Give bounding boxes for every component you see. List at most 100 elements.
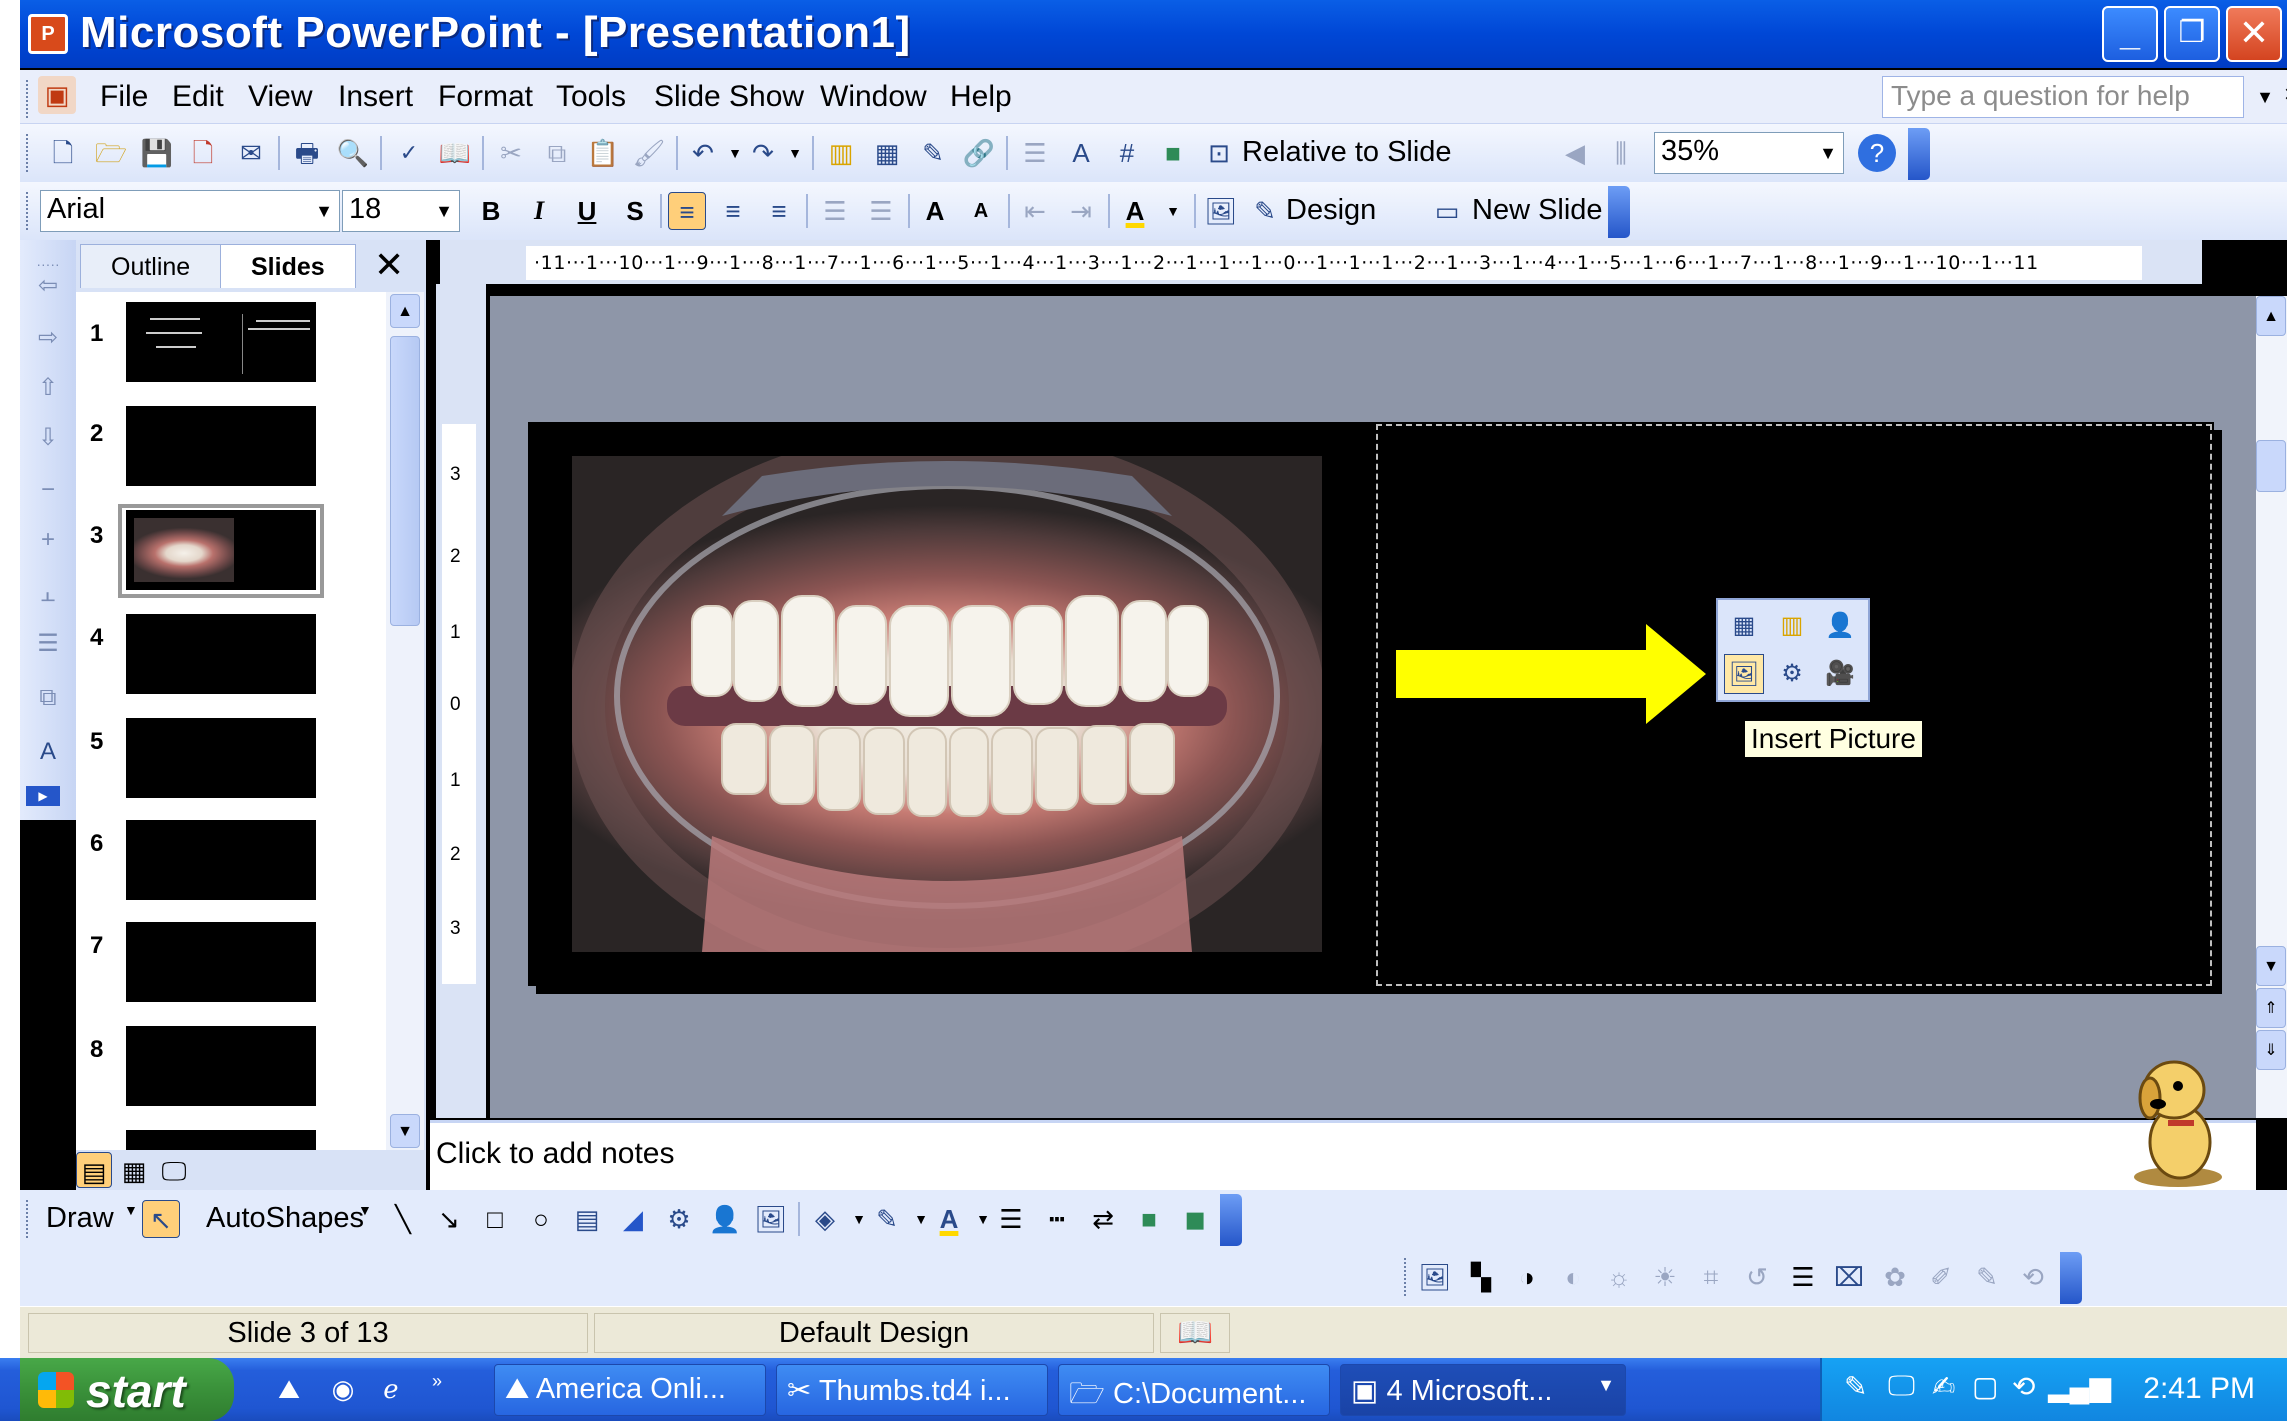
research-icon[interactable]: 📖 bbox=[436, 134, 474, 172]
less-contrast-icon[interactable]: ◐ bbox=[1554, 1258, 1592, 1296]
hyperlink-icon[interactable]: 🔗 bbox=[960, 134, 998, 172]
collapse-icon[interactable]: − bbox=[30, 472, 66, 508]
expand-all-icon[interactable]: ☰ bbox=[1016, 134, 1054, 172]
open-icon[interactable]: 🗁 bbox=[92, 134, 130, 172]
increase-indent-icon[interactable]: ⇥ bbox=[1062, 192, 1100, 230]
bold-button[interactable]: B bbox=[472, 192, 510, 230]
notes-pane[interactable]: Click to add notes bbox=[430, 1120, 2256, 1192]
show-formatting-icon[interactable]: A bbox=[30, 734, 66, 770]
toolbar-grip[interactable] bbox=[26, 192, 30, 230]
less-brightness-icon[interactable]: ☀ bbox=[1646, 1258, 1684, 1296]
line-icon[interactable]: ╲ bbox=[384, 1200, 422, 1238]
font-color-icon[interactable]: A bbox=[1116, 192, 1154, 230]
reset-picture-icon[interactable]: ⟲ bbox=[2014, 1258, 2052, 1296]
slide-sorter-view-icon[interactable]: ▦ bbox=[116, 1152, 152, 1188]
insert-clip-art-icon[interactable]: 👤 bbox=[1820, 606, 1860, 646]
permission-icon[interactable]: 🗋 bbox=[184, 134, 222, 172]
align-right-icon[interactable]: ≡ bbox=[760, 192, 798, 230]
pen-tray-icon[interactable]: ✎ bbox=[1844, 1370, 1867, 1403]
help-search-input[interactable]: Type a question for help bbox=[1882, 76, 2244, 118]
decrease-font-size-icon[interactable]: A bbox=[962, 192, 1000, 230]
redo-dropdown-icon[interactable]: ▼ bbox=[776, 134, 814, 172]
slide-thumbnail-7[interactable] bbox=[126, 922, 316, 1002]
menu-file[interactable]: File bbox=[100, 80, 148, 114]
insert-media-clip-icon[interactable]: 🎥 bbox=[1820, 654, 1860, 694]
chevron-down-icon[interactable]: ▼ bbox=[1813, 133, 1843, 173]
bullets-icon[interactable]: ☰ bbox=[862, 192, 900, 230]
font-select[interactable]: Arial ▼ bbox=[40, 190, 340, 232]
insert-diagram-icon[interactable]: ⚙ bbox=[1772, 654, 1812, 694]
aol-quicklaunch-icon[interactable]: ⛰ bbox=[270, 1370, 308, 1408]
format-picture-icon[interactable]: ✐ bbox=[1922, 1258, 1960, 1296]
align-left-icon[interactable]: ≡ bbox=[668, 192, 706, 230]
slide-scrollbar[interactable]: ▲ ▼ ⇑ ⇓ bbox=[2256, 296, 2287, 1118]
menu-edit[interactable]: Edit bbox=[172, 80, 224, 114]
promote-icon[interactable]: ⇦ bbox=[30, 268, 66, 304]
slide-thumbnail-3[interactable] bbox=[126, 510, 316, 590]
new-slide-icon[interactable]: ▭ bbox=[1428, 192, 1466, 230]
title-bar[interactable]: P Microsoft PowerPoint - [Presentation1]… bbox=[20, 0, 2287, 68]
arrow-style-icon[interactable]: ⇄ bbox=[1084, 1200, 1122, 1238]
color-grayscale-icon[interactable]: ■ bbox=[1154, 134, 1192, 172]
restore-button[interactable]: ❐ bbox=[2164, 6, 2220, 62]
line-style-icon[interactable]: ☰ bbox=[1784, 1258, 1822, 1296]
scroll-up-icon[interactable]: ▲ bbox=[2256, 296, 2286, 336]
move-up-icon[interactable]: ⇧ bbox=[30, 370, 66, 406]
insert-chart-icon[interactable]: ▥ bbox=[822, 134, 860, 172]
task-america-online[interactable]: ⛰ America Onli... bbox=[494, 1364, 766, 1416]
fill-color-icon[interactable]: ◈ bbox=[806, 1200, 844, 1238]
format-painter-icon[interactable]: 🖌 bbox=[630, 134, 668, 172]
insert-picture-icon[interactable]: 🖼 bbox=[1724, 654, 1764, 694]
rotate-icon[interactable]: ↺ bbox=[1738, 1258, 1776, 1296]
menu-insert[interactable]: Insert bbox=[338, 80, 413, 114]
align-left-edges-icon[interactable]: ◀ bbox=[1556, 134, 1594, 172]
draw-menu-button[interactable]: Draw bbox=[46, 1202, 114, 1235]
chevron-down-icon[interactable]: ▼ bbox=[429, 191, 459, 231]
scroll-down-icon[interactable]: ▼ bbox=[2256, 946, 2286, 986]
slide-thumbnail-5[interactable] bbox=[126, 718, 316, 798]
scrollbar-thumb[interactable] bbox=[2256, 440, 2286, 492]
menu-format[interactable]: Format bbox=[438, 80, 533, 114]
slide-thumbnail-6[interactable] bbox=[126, 820, 316, 900]
start-button[interactable]: start bbox=[20, 1358, 234, 1421]
slide-thumbnail-2[interactable] bbox=[126, 406, 316, 486]
show-grid-icon[interactable]: # bbox=[1108, 134, 1146, 172]
menu-help[interactable]: Help bbox=[950, 80, 1012, 114]
tab-outline[interactable]: Outline bbox=[80, 244, 222, 288]
insert-picture-icon[interactable]: 🖼 bbox=[752, 1200, 790, 1238]
office-assistant-dog-icon[interactable] bbox=[2118, 1042, 2238, 1192]
internet-explorer-icon[interactable]: ℯ bbox=[372, 1370, 410, 1408]
email-icon[interactable]: ✉ bbox=[232, 134, 270, 172]
design-icon[interactable]: ✎ bbox=[1246, 192, 1284, 230]
collapse-all-icon[interactable]: ⫠ bbox=[30, 576, 66, 612]
scroll-up-icon[interactable]: ▲ bbox=[390, 294, 420, 328]
crop-icon[interactable]: ⌗ bbox=[1692, 1258, 1730, 1296]
cut-icon[interactable]: ✂ bbox=[492, 134, 530, 172]
print-icon[interactable]: 🖶 bbox=[288, 134, 326, 172]
color-icon[interactable]: ▚ bbox=[1462, 1258, 1500, 1296]
tab-slides[interactable]: Slides bbox=[220, 244, 356, 288]
spelling-status-icon[interactable]: 📖 bbox=[1160, 1313, 1230, 1353]
insert-picture-icon[interactable]: 🖼 bbox=[1416, 1258, 1454, 1296]
save-icon[interactable]: 💾 bbox=[138, 134, 176, 172]
task-documents-folder[interactable]: 🗁 C:\Document... bbox=[1058, 1364, 1330, 1416]
insert-clip-art-icon[interactable]: 👤 bbox=[706, 1200, 744, 1238]
display-tray-icon[interactable]: 🖵 bbox=[1888, 1370, 1915, 1403]
print-preview-icon[interactable]: 🔍 bbox=[334, 134, 372, 172]
toolbar-options-icon[interactable]: ▶ bbox=[26, 786, 60, 806]
notes-placeholder[interactable]: Click to add notes bbox=[436, 1137, 674, 1171]
chevron-down-icon[interactable]: ▼ bbox=[358, 1202, 372, 1218]
rectangle-icon[interactable]: □ bbox=[476, 1200, 514, 1238]
toolbar-options-icon[interactable] bbox=[2060, 1252, 2082, 1304]
previous-slide-icon[interactable]: ⇑ bbox=[2256, 988, 2286, 1028]
slide-show-view-icon[interactable]: 🖵 bbox=[156, 1152, 192, 1188]
font-color-dropdown-icon[interactable]: ▼ bbox=[1154, 192, 1192, 230]
more-contrast-icon[interactable]: ◑ bbox=[1508, 1258, 1546, 1296]
network-tray-icon[interactable]: ⟲ bbox=[2012, 1370, 2035, 1403]
chevron-down-icon[interactable]: ▼ bbox=[309, 191, 339, 231]
oval-icon[interactable]: ○ bbox=[522, 1200, 560, 1238]
toolbar-grip[interactable] bbox=[1404, 1258, 1408, 1296]
spelling-icon[interactable]: ✓ bbox=[390, 134, 428, 172]
minimize-button[interactable]: _ bbox=[2102, 6, 2158, 62]
autoshapes-menu-button[interactable]: AutoShapes bbox=[206, 1202, 364, 1235]
